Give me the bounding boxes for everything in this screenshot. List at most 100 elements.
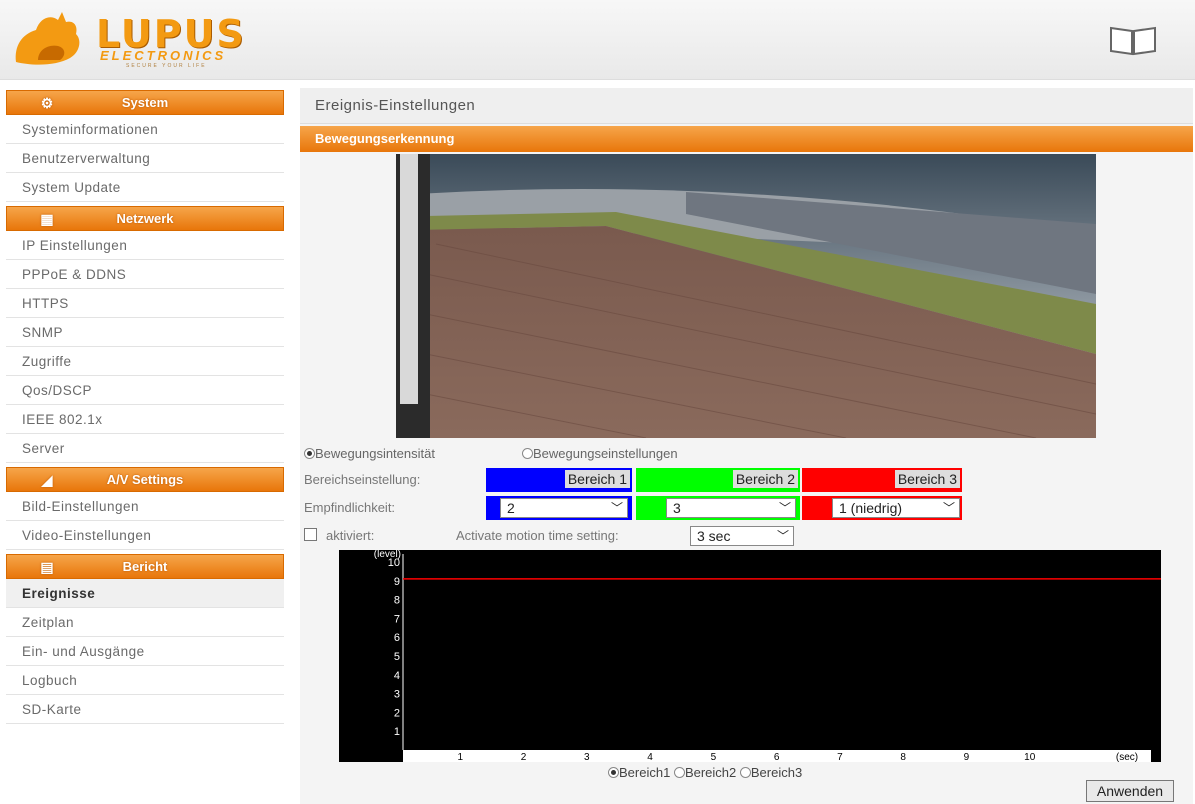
mode-option-intensity[interactable]: Bewegungsintensität (304, 446, 435, 461)
mode-options: Bewegungsintensität Bewegungseinstellung… (300, 442, 1193, 466)
lupus-logo[interactable]: LUPUS ELECTRONICS SECURE YOUR LIFE (8, 10, 288, 69)
chart-area-option-3[interactable]: Bereich3 (739, 765, 802, 780)
y-tick-label: 7 (394, 613, 400, 625)
sidebar-section-label: Bericht (122, 559, 168, 574)
motion-level-chart: (level) 1 2 3 4 5 6 7 8 9 10 1 2 3 4 5 6 7 8 9 10 (sec) (339, 550, 1161, 762)
x-tick-label: 10 (1024, 752, 1036, 762)
y-tick-label: 8 (394, 595, 400, 607)
chart-area-option-2[interactable]: Bereich2 (673, 765, 737, 780)
camera-preview[interactable] (396, 154, 1096, 438)
select-value: 1 (niedrig) (839, 500, 903, 516)
sidebar-section-system[interactable]: ⚙ System (6, 90, 284, 115)
select-value: 3 sec (697, 528, 731, 544)
sidebar-item-video-einstellungen[interactable]: Video-Einstellungen (6, 521, 284, 550)
x-tick-label: 2 (521, 752, 527, 762)
activated-checkbox[interactable] (304, 528, 317, 541)
area-2-label: Bereich 2 (732, 470, 798, 488)
sidebar-section-av-settings[interactable]: ◢ A/V Settings (6, 467, 284, 492)
sidebar-item-snmp[interactable]: SNMP (6, 318, 284, 347)
section-title: Bewegungserkennung (300, 126, 1193, 152)
sidebar-item-https[interactable]: HTTPS (6, 289, 284, 318)
x-tick-label: 3 (584, 752, 590, 762)
sidebar-nav: ⚙ System Systeminformationen Benutzerver… (6, 90, 284, 724)
y-tick-label: 9 (394, 576, 400, 588)
sidebar-item-system-update[interactable]: System Update (6, 173, 284, 202)
chevron-down-icon: ﹀ (776, 529, 789, 543)
radio-button[interactable] (673, 767, 685, 778)
activated-label: aktiviert: (326, 528, 375, 543)
area-3-sensitivity-bg: 1 (niedrig) ﹀ (802, 496, 962, 520)
area-3-swatch[interactable]: Bereich 3 (802, 468, 962, 492)
sidebar-item-logbuch[interactable]: Logbuch (6, 666, 284, 695)
area-3-sensitivity-select[interactable]: 1 (niedrig) ﹀ (832, 498, 960, 518)
sidebar-section-label: Netzwerk (116, 211, 174, 226)
y-tick-label: 4 (394, 670, 400, 682)
network-icon: ▦ (40, 211, 54, 227)
area-1-label: Bereich 1 (564, 470, 630, 488)
header: LUPUS ELECTRONICS SECURE YOUR LIFE (0, 0, 1195, 80)
sidebar-item-benutzerverwaltung[interactable]: Benutzerverwaltung (6, 144, 284, 173)
x-tick-label: 8 (900, 752, 906, 762)
sidebar-item-ip-einstellungen[interactable]: IP Einstellungen (6, 231, 284, 260)
area-1-sensitivity-bg: 2 ﹀ (486, 496, 632, 520)
motion-time-label: Activate motion time setting: (456, 528, 619, 543)
radio-button[interactable] (522, 448, 533, 459)
area-2-swatch[interactable]: Bereich 2 (636, 468, 800, 492)
brand-tagline: SECURE YOUR LIFE (126, 63, 207, 69)
sidebar-section-bericht[interactable]: ▤ Bericht (6, 554, 284, 579)
chart-area-option-1[interactable]: Bereich1 (608, 765, 670, 780)
select-value: 3 (673, 500, 681, 516)
x-tick-label: 5 (711, 752, 717, 762)
sensitivity-row: Empfindlichkeit: 2 ﹀ 3 ﹀ 1 (niedrig) ﹀ (300, 496, 1193, 520)
activation-row: aktiviert: Activate motion time setting:… (300, 524, 1193, 548)
radio-button[interactable] (304, 448, 315, 459)
sidebar-item-zeitplan[interactable]: Zeitplan (6, 608, 284, 637)
chart-area-options: Bereich1 Bereich2 Bereich3 (608, 765, 802, 780)
gear-icon: ⚙ (40, 95, 54, 111)
chart-canvas: (level)123456789101 2 3 4 5 6 7 8 9 10 (sec) (374, 550, 1161, 762)
chevron-down-icon: ﹀ (610, 501, 623, 515)
camera-image (396, 154, 1096, 438)
sidebar-item-systeminformationen[interactable]: Systeminformationen (6, 115, 284, 144)
report-icon: ▤ (40, 559, 54, 575)
sidebar-item-ein-und-ausgaenge[interactable]: Ein- und Ausgänge (6, 637, 284, 666)
sidebar-item-pppoe-ddns[interactable]: PPPoE & DDNS (6, 260, 284, 289)
book-icon[interactable] (1108, 24, 1158, 56)
sidebar-item-zugriffe[interactable]: Zugriffe (6, 347, 284, 376)
mode-option-label: Bewegungsintensität (315, 446, 435, 461)
apply-button[interactable]: Anwenden (1086, 780, 1174, 802)
area-2-sensitivity-select[interactable]: 3 ﹀ (666, 498, 796, 518)
y-tick-label: 3 (394, 689, 400, 701)
sidebar-item-sd-karte[interactable]: SD-Karte (6, 695, 284, 724)
chart-area-option-label: Bereich2 (684, 765, 737, 780)
brand-subtitle: ELECTRONICS (100, 48, 227, 63)
area-row: Bereichseinstellung: Bereich 1 Bereich 2… (300, 468, 1193, 492)
y-tick-label: 5 (394, 651, 400, 663)
main-content: Ereignis-Einstellungen Bewegungserkennun… (300, 88, 1193, 804)
sidebar-item-ereignisse[interactable]: Ereignisse (6, 579, 284, 608)
chevron-down-icon: ﹀ (942, 501, 955, 515)
x-tick-label: 1 (457, 752, 463, 762)
camera-icon: ◢ (41, 472, 53, 488)
y-tick-label: 6 (394, 632, 400, 644)
sidebar-item-qos-dscp[interactable]: Qos/DSCP (6, 376, 284, 405)
motion-time-select[interactable]: 3 sec ﹀ (690, 526, 794, 546)
sidebar-item-server[interactable]: Server (6, 434, 284, 463)
radio-button[interactable] (739, 767, 751, 778)
cat-logo-icon (15, 12, 80, 65)
sidebar-section-label: System (121, 95, 169, 110)
sidebar-section-netzwerk[interactable]: ▦ Netzwerk (6, 206, 284, 231)
sidebar-item-ieee-8021x[interactable]: IEEE 802.1x (6, 405, 284, 434)
radio-button[interactable] (608, 767, 619, 778)
area-1-sensitivity-select[interactable]: 2 ﹀ (500, 498, 628, 518)
sidebar-item-bild-einstellungen[interactable]: Bild-Einstellungen (6, 492, 284, 521)
chevron-down-icon: ﹀ (778, 501, 791, 515)
sensitivity-label: Empfindlichkeit: (304, 500, 396, 515)
x-tick-label: 7 (837, 752, 843, 762)
area-label: Bereichseinstellung: (304, 472, 421, 487)
x-axis-label: (sec) (1116, 752, 1138, 762)
mode-option-settings[interactable]: Bewegungseinstellungen (522, 446, 678, 461)
y-tick-label: 10 (388, 557, 400, 569)
area-1-swatch[interactable]: Bereich 1 (486, 468, 632, 492)
area-2-sensitivity-bg: 3 ﹀ (636, 496, 800, 520)
